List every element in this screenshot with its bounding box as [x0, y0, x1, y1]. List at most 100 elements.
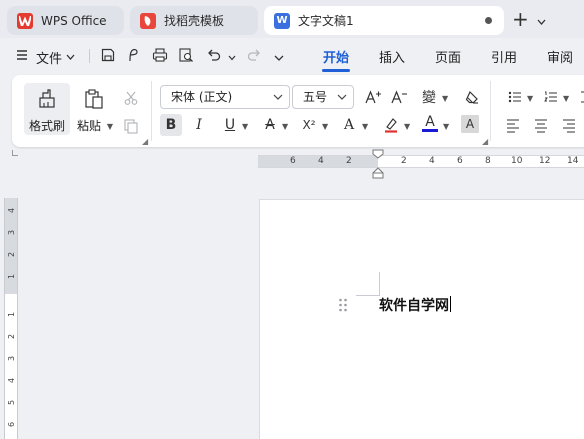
clear-format-icon[interactable]	[461, 86, 483, 108]
tab-label: 文字文稿1	[298, 14, 354, 28]
align-right-icon[interactable]	[558, 114, 580, 136]
phonetic-guide-button[interactable]: 變	[418, 86, 440, 108]
tab-review[interactable]: 审阅	[547, 47, 573, 66]
paste-button[interactable]: 粘贴 ▼	[74, 83, 114, 135]
title-bar: WPS Office 找稻壳模板 W 文字文稿1 +	[0, 0, 584, 38]
margin-corner-mark	[379, 272, 380, 295]
character-shading-button[interactable]: A	[461, 115, 479, 133]
menu-bar: 文件 开始 插入 页面 引用 审阅	[0, 38, 584, 74]
font-size-value: 五号	[303, 90, 328, 104]
superscript-button[interactable]: X²	[298, 114, 320, 136]
print-preview-icon[interactable]	[178, 47, 194, 63]
font-color-button[interactable]: A	[419, 112, 441, 134]
print-icon[interactable]	[152, 47, 168, 63]
format-painter-button[interactable]: 格式刷	[24, 83, 70, 135]
ruler-tick-label: 5	[7, 399, 16, 406]
text-effect-button[interactable]: A	[338, 114, 360, 136]
font-size-select[interactable]: 五号	[292, 85, 354, 109]
writer-doc-icon: W	[274, 12, 290, 29]
chevron-down-icon[interactable]: ▼	[322, 122, 328, 131]
tab-page[interactable]: 页面	[435, 47, 461, 66]
chevron-down-icon[interactable]: ▼	[404, 122, 410, 131]
tab-wps-office[interactable]: WPS Office	[7, 6, 124, 35]
strikethrough-button[interactable]: A	[259, 114, 281, 136]
docer-logo-icon	[140, 12, 156, 29]
tab-label: WPS Office	[41, 13, 107, 28]
font-color-bar	[422, 128, 438, 132]
export-pdf-icon[interactable]	[126, 47, 142, 63]
format-painter-icon	[24, 88, 70, 113]
increase-font-size-icon[interactable]	[362, 86, 384, 108]
highlight-pen-icon[interactable]	[380, 114, 402, 136]
indent-marker-icon[interactable]	[372, 149, 384, 179]
undo-dropdown-chevron-icon[interactable]	[228, 50, 244, 66]
font-launcher-icon[interactable]: ◢	[482, 137, 488, 146]
horizontal-ruler[interactable]: 6 4 2 2 4 6 8 10 12 14	[258, 155, 584, 168]
chevron-down-icon[interactable]: ▼	[563, 94, 569, 103]
bold-button[interactable]: B	[160, 114, 182, 136]
chevron-down-icon[interactable]: ▼	[443, 122, 449, 131]
ruler-tick-label: 12	[539, 156, 551, 166]
align-left-icon[interactable]	[502, 114, 524, 136]
ruler-tick-label: 6	[290, 156, 296, 166]
cut-icon[interactable]	[120, 87, 142, 109]
tab-insert[interactable]: 插入	[379, 47, 405, 66]
vertical-ruler[interactable]: 4 3 2 1 1 2 3 4 5 6	[4, 198, 18, 439]
more-chevron-icon[interactable]	[274, 50, 290, 66]
file-menu-button[interactable]: 文件	[36, 48, 62, 67]
ruler-tick-label: 2	[7, 251, 16, 258]
chevron-down-icon[interactable]: ▼	[442, 94, 448, 103]
new-tab-button[interactable]: +	[512, 8, 529, 30]
divider	[151, 81, 152, 141]
numbered-list-icon[interactable]	[540, 86, 562, 108]
ruler-tick-label: 3	[7, 355, 16, 362]
margin-corner-mark	[356, 295, 380, 296]
ruler-tick-label: 14	[567, 156, 579, 166]
chevron-down-icon[interactable]: ▼	[242, 122, 248, 131]
redo-icon[interactable]	[246, 47, 262, 63]
chevron-down-icon[interactable]: ▼	[282, 122, 288, 131]
ruler-tick-label: 4	[7, 207, 16, 214]
chevron-down-icon[interactable]	[66, 49, 82, 65]
underline-button[interactable]: U	[219, 114, 241, 136]
italic-button[interactable]: I	[188, 114, 210, 136]
font-name-value: 宋体 (正文)	[171, 90, 233, 104]
ribbon-panel: 格式刷 粘贴 ▼ ◢ 宋体 (正文) 五号 變 ▼ ▼ ▼ B I U ▼ A …	[12, 75, 584, 147]
ruler-tick-label: 8	[485, 156, 491, 166]
unsaved-dot-icon[interactable]	[485, 17, 492, 24]
text-cursor	[450, 296, 451, 312]
copy-icon[interactable]	[120, 115, 142, 137]
wps-logo-icon	[17, 12, 33, 29]
tab-label: 找稻壳模板	[164, 14, 225, 28]
clipboard-launcher-icon[interactable]: ◢	[142, 137, 148, 146]
decrease-indent-icon[interactable]	[574, 86, 584, 108]
chevron-down-icon[interactable]: ▼	[107, 122, 113, 131]
document-page[interactable]	[259, 199, 584, 439]
bullet-list-icon[interactable]	[504, 86, 526, 108]
ruler-tick-label: 1	[7, 273, 16, 280]
chevron-down-icon[interactable]: ▼	[362, 122, 368, 131]
chevron-down-icon[interactable]: ▼	[527, 94, 533, 103]
tab-docer-templates[interactable]: 找稻壳模板	[130, 6, 258, 35]
save-icon[interactable]	[100, 47, 116, 63]
ruler-tick-label: 6	[7, 421, 16, 428]
tab-home[interactable]: 开始	[323, 47, 349, 66]
paste-label: 粘贴	[77, 119, 102, 133]
ruler-tick-label: 4	[318, 156, 324, 166]
hamburger-menu-icon[interactable]	[14, 47, 30, 63]
document-paragraph[interactable]: 软件自学网	[379, 296, 451, 315]
chevron-down-icon	[273, 86, 283, 115]
align-center-icon[interactable]	[530, 114, 552, 136]
ruler-tick-label: 1	[7, 311, 16, 318]
format-painter-label: 格式刷	[28, 119, 65, 133]
tab-references[interactable]: 引用	[491, 47, 517, 66]
tab-document[interactable]: W 文字文稿1	[264, 6, 504, 35]
tab-list-chevron-icon[interactable]	[537, 14, 546, 28]
paragraph-drag-handle-icon[interactable]	[338, 297, 348, 313]
ruler-tick-label: 6	[457, 156, 463, 166]
decrease-font-size-icon[interactable]	[388, 86, 410, 108]
font-name-select[interactable]: 宋体 (正文)	[160, 85, 290, 109]
divider	[490, 81, 491, 141]
undo-icon[interactable]	[206, 47, 222, 63]
divider	[89, 49, 90, 63]
